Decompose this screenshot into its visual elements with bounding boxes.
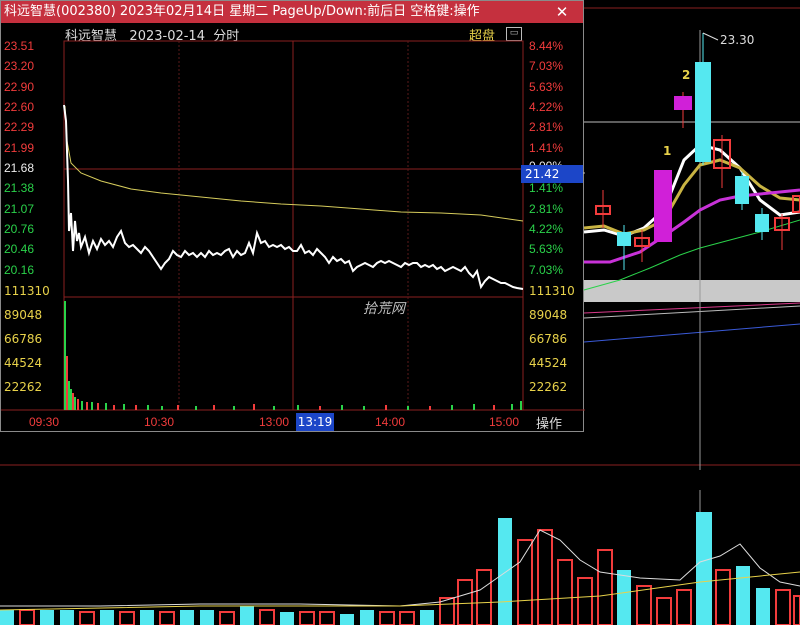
candle [755, 208, 769, 240]
volume-tick: 89048 [4, 308, 43, 322]
volume-tick: 66786 [529, 332, 568, 346]
candle [735, 172, 749, 210]
cursor-time-box: 13:19 [296, 413, 334, 431]
price-tick: 20.46 [4, 242, 35, 256]
volume-tick: 22262 [529, 380, 568, 394]
price-tick: 21.38 [4, 181, 35, 195]
volume-tick: 111310 [4, 284, 50, 298]
price-tick: 23.20 [4, 59, 35, 73]
candle [634, 230, 650, 262]
pct-tick: 7.03% [529, 263, 564, 277]
intraday-popup: 科远智慧(002380) 2023年02月14日 星期二 PageUp/Down… [0, 0, 585, 432]
pct-tick: 5.63% [529, 242, 564, 256]
pct-tick: 7.03% [529, 59, 564, 73]
pct-tick: 2.81% [529, 120, 564, 134]
candle [654, 170, 672, 242]
price-tick: 21.99 [4, 141, 35, 155]
watermark: 拾荒网 [363, 301, 405, 317]
price-tick: 22.90 [4, 80, 35, 94]
candle [774, 214, 790, 250]
candle [595, 190, 611, 228]
pct-tick: 1.41% [529, 181, 564, 195]
volume-tick: 22262 [4, 380, 43, 394]
price-tick: 22.29 [4, 120, 35, 134]
marker-1-label: 1 [663, 144, 672, 158]
cursor-price-box: 21.42 [521, 165, 583, 183]
price-tick: 23.51 [4, 39, 35, 53]
time-tick: 13:00 [259, 415, 290, 429]
pct-tick: 5.63% [529, 80, 564, 94]
price-tick: 21.07 [4, 202, 35, 216]
price-tick: 20.76 [4, 222, 35, 236]
candle [674, 92, 692, 128]
volume-tick: 44524 [4, 356, 43, 370]
pct-tick: 1.41% [529, 141, 564, 155]
time-tick: 09:30 [29, 415, 60, 429]
avg-price-line [64, 105, 524, 222]
peak-price-label: 23.30 [720, 33, 755, 47]
time-tick: 15:00 [489, 415, 520, 429]
volume-tick: 111310 [529, 284, 575, 298]
price-tick: 22.60 [4, 100, 35, 114]
price-tick: 20.16 [4, 263, 35, 277]
pct-tick: 4.22% [529, 222, 564, 236]
time-tick: 10:30 [144, 415, 175, 429]
marker-2-label: 2 [682, 68, 691, 82]
pct-tick: 4.22% [529, 100, 564, 114]
pct-tick: 2.81% [529, 202, 564, 216]
time-tick: 14:00 [375, 415, 406, 429]
volume-tick: 89048 [529, 308, 568, 322]
candle [695, 33, 711, 165]
volume-tick: 66786 [4, 332, 43, 346]
highlight-band [584, 280, 800, 302]
pct-tick: 8.44% [529, 39, 564, 53]
intraday-chart [1, 40, 585, 411]
volume-tick: 44524 [529, 356, 568, 370]
price-tick: 21.68 [4, 161, 35, 175]
operate-button[interactable]: 操作 [536, 413, 562, 432]
